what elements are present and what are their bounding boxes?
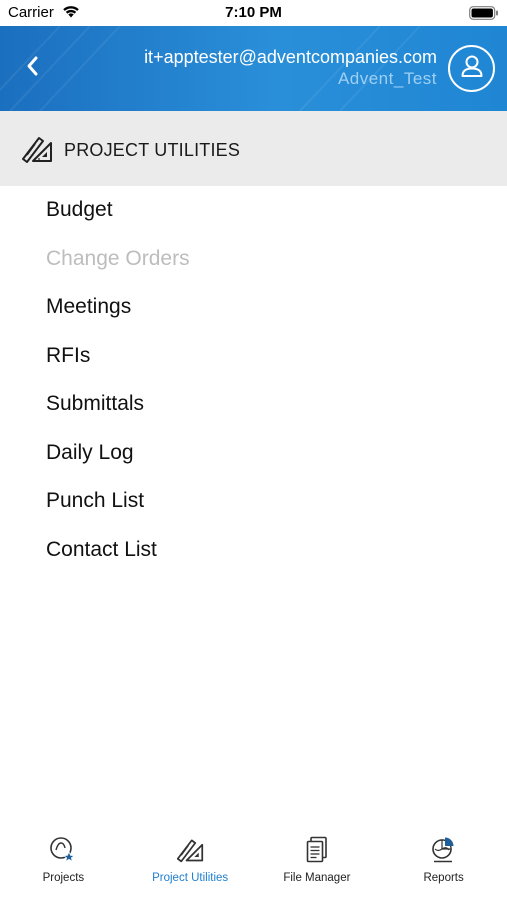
drafting-tools-icon: [21, 135, 53, 168]
tab-file-manager-label: File Manager: [283, 872, 351, 884]
chevron-left-icon: [25, 55, 39, 82]
tab-project-utilities-label: Project Utilities: [152, 872, 229, 884]
pie-chart-icon: [427, 833, 461, 867]
utilities-menu: Budget Change Orders Meetings RFIs Submi…: [0, 186, 507, 574]
back-button[interactable]: [16, 52, 48, 84]
tab-reports-label: Reports: [423, 872, 464, 884]
tab-bar: Projects Project Utilities File Manager: [0, 822, 507, 900]
menu-item-submittals[interactable]: Submittals: [0, 380, 507, 429]
menu-item-meetings[interactable]: Meetings: [0, 283, 507, 332]
menu-item-budget[interactable]: Budget: [0, 186, 507, 235]
menu-item-daily-log[interactable]: Daily Log: [0, 429, 507, 478]
tab-file-manager[interactable]: File Manager: [254, 822, 381, 900]
section-title: PROJECT UTILITIES: [64, 140, 241, 160]
tab-project-utilities[interactable]: Project Utilities: [127, 822, 254, 900]
account-info: it+apptester@adventcompanies.com Advent_…: [144, 47, 437, 89]
tab-projects-label: Projects: [42, 872, 85, 884]
battery-icon: [469, 6, 499, 25]
drafting-tools-icon: [173, 833, 207, 867]
projects-icon: [46, 833, 80, 867]
avatar-button[interactable]: [448, 45, 495, 92]
documents-icon: [300, 833, 334, 867]
menu-item-rfis[interactable]: RFIs: [0, 332, 507, 381]
menu-item-punch-list[interactable]: Punch List: [0, 477, 507, 526]
user-icon: [459, 53, 485, 84]
menu-item-change-orders: Change Orders: [46, 246, 190, 270]
menu-item-contact-list[interactable]: Contact List: [0, 526, 507, 575]
status-time: 7:10 PM: [225, 4, 282, 21]
tab-projects[interactable]: Projects: [0, 822, 127, 900]
account-username: Advent_Test: [337, 69, 437, 88]
section-header: PROJECT UTILITIES: [0, 111, 507, 186]
tab-reports[interactable]: Reports: [380, 822, 507, 900]
app-header: it+apptester@adventcompanies.com Advent_…: [0, 26, 507, 111]
status-bar: Carrier 7:10 PM: [0, 0, 507, 26]
account-email: it+apptester@adventcompanies.com: [144, 47, 437, 67]
